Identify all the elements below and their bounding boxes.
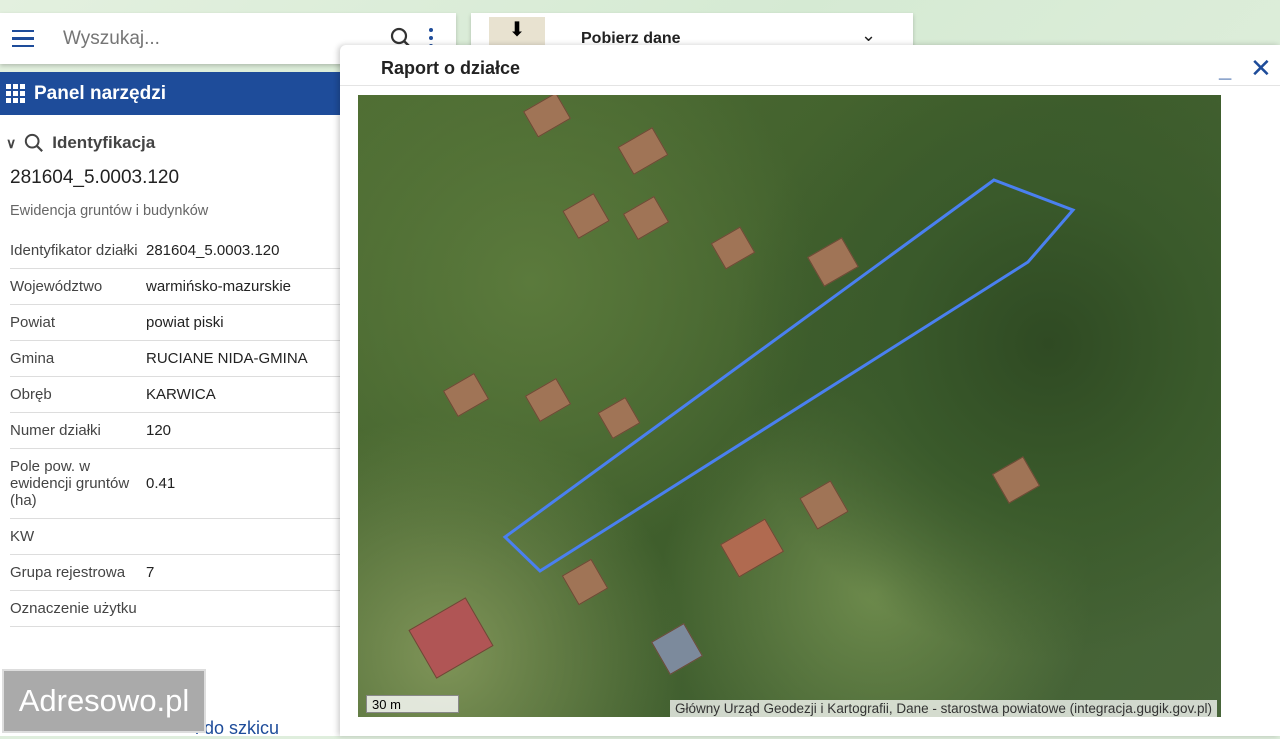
parcel-report-dialog: Raport o działce _ ✕ 30 m Główny Urząd G… [340, 45, 1280, 736]
attribute-table: Identyfikator działki 281604_5.0003.120 Wo… [0, 233, 340, 627]
attribute-row: Oznaczenie użytku [10, 591, 340, 627]
attribute-value: RUCIANE NIDA-GMINA [146, 350, 308, 367]
chevron-down-icon: ∨ [6, 134, 17, 151]
attribute-value: warmińsko-mazurskie [146, 278, 292, 295]
attribute-label: Obręb [10, 386, 52, 403]
attribute-row: KW [10, 519, 340, 555]
layer-name: Ewidencja gruntów i budynków [10, 203, 209, 219]
attribute-row: Obręb KARWICA [10, 377, 340, 413]
aerial-map[interactable]: 30 m Główny Urząd Geodezji i Kartografii… [358, 95, 1221, 717]
watermark-logo: Adresowo.pl [2, 669, 206, 733]
map-attribution: Główny Urząd Geodezji i Kartografii, Dan… [670, 700, 1217, 717]
attribute-row: Pole pow. w ewidencji gruntów (ha) 0.41 [10, 449, 340, 519]
divider [340, 85, 1280, 86]
identification-section-toggle[interactable]: ∨ Identyfikacja [0, 115, 340, 153]
section-title: Identyfikacja [52, 133, 156, 152]
menu-icon[interactable] [12, 29, 34, 48]
attribute-row: Powiat powiat piski [10, 305, 340, 341]
attribute-label: KW [10, 528, 35, 545]
attribute-value: 281604_5.0003.120 [146, 242, 280, 259]
minimize-button[interactable]: _ [1219, 57, 1231, 83]
attribute-label: Gmina [10, 350, 55, 367]
scale-bar: 30 m [366, 695, 459, 713]
tools-panel: Panel narzędzi ∨ Identyfikacja 281604_5.… [0, 72, 340, 736]
search-icon [25, 133, 44, 152]
grid-icon [6, 84, 25, 103]
attribute-label: Grupa rejestrowa [10, 564, 126, 581]
chevron-down-icon[interactable]: ⌄ [861, 25, 876, 46]
attribute-value: powiat piski [146, 314, 224, 331]
attribute-label: Powiat [10, 314, 56, 331]
attribute-row: Identyfikator działki 281604_5.0003.120 [10, 233, 340, 269]
parcel-id: 281604_5.0003.120 [10, 167, 180, 188]
attribute-row: Grupa rejestrowa 7 [10, 555, 340, 591]
attribute-label: Pole pow. w ewidencji gruntów (ha) [10, 458, 130, 509]
attribute-row: Województwo warmińsko-mazurskie [10, 269, 340, 305]
attribute-value: 120 [146, 422, 172, 439]
attribute-label: Oznaczenie użytku [10, 600, 137, 617]
search-input[interactable] [63, 27, 363, 50]
parcel-outline[interactable] [358, 95, 1221, 717]
attribute-value: KARWICA [146, 386, 216, 403]
panel-header: Panel narzędzi [0, 72, 340, 115]
attribute-value: 7 [146, 564, 155, 581]
attribute-row: Numer działki 120 [10, 413, 340, 449]
attribute-value: 0.41 [146, 475, 176, 492]
attribute-label: Identyfikator działki [10, 242, 138, 259]
attribute-label: Województwo [10, 278, 103, 295]
attribute-label: Numer działki [10, 422, 101, 439]
dialog-title: Raport o działce [381, 58, 521, 78]
panel-title: Panel narzędzi [34, 82, 166, 104]
close-button[interactable]: ✕ [1250, 53, 1272, 84]
attribute-row: Gmina RUCIANE NIDA-GMINA [10, 341, 340, 377]
